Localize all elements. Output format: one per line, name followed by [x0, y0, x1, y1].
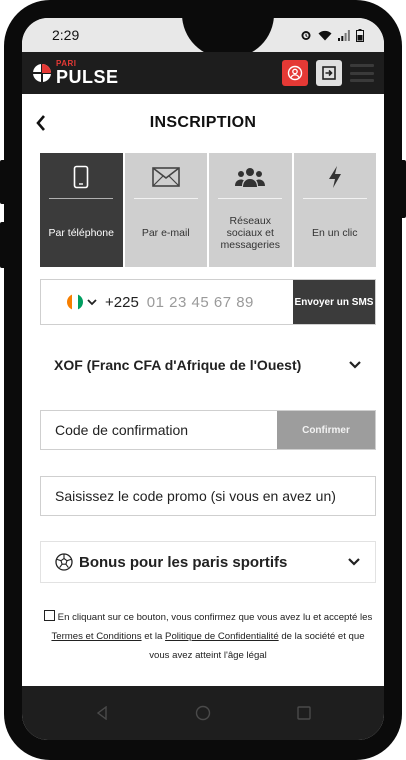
- tab-phone[interactable]: Par téléphone: [40, 153, 123, 267]
- tab-one-click[interactable]: En un clic: [293, 153, 376, 267]
- tab-label: En un clic: [311, 227, 358, 239]
- status-icons: [300, 28, 364, 42]
- nav-recents-button[interactable]: [296, 705, 312, 721]
- battery-icon: [356, 28, 364, 42]
- lightning-icon: [328, 165, 341, 188]
- phone-icon: [73, 165, 89, 188]
- page-title: INSCRIPTION: [149, 114, 257, 131]
- recents-square-icon: [296, 706, 311, 720]
- login-button[interactable]: [316, 60, 342, 86]
- envelope-icon: [151, 166, 180, 187]
- login-icon: [322, 66, 336, 80]
- logo-main-text: PULSE: [56, 67, 119, 87]
- home-circle-icon: [195, 705, 211, 721]
- registration-method-tabs: Par téléphone Par e-mail Réseaux sociaux…: [40, 153, 376, 267]
- currency-value: XOF (Franc CFA d'Afrique de l'Ouest): [54, 357, 302, 373]
- register-button[interactable]: [282, 60, 308, 86]
- terms-link[interactable]: Termes et Conditions: [51, 631, 141, 642]
- nav-home-button[interactable]: [195, 705, 211, 721]
- chevron-down-icon: [348, 558, 360, 566]
- promo-code-field: [40, 476, 376, 516]
- chevron-left-icon[interactable]: [34, 113, 48, 133]
- users-icon: [235, 167, 266, 187]
- currency-select[interactable]: XOF (Franc CFA d'Afrique de l'Ouest): [40, 340, 376, 390]
- phone-screen: 2:29 PARI PULSE INSCRIPTION Par téléphon…: [22, 18, 384, 740]
- consent-text-2: et la: [144, 631, 163, 642]
- back-triangle-icon: [97, 706, 108, 720]
- menu-icon[interactable]: [350, 64, 374, 82]
- title-row: INSCRIPTION: [22, 94, 384, 152]
- tab-social[interactable]: Réseaux sociaux et messageries: [209, 153, 292, 267]
- confirm-button[interactable]: Confirmer: [277, 411, 375, 449]
- send-sms-button[interactable]: Envoyer un SMS: [293, 280, 375, 324]
- country-select[interactable]: +225: [41, 280, 139, 324]
- confirmation-code-field: Confirmer: [40, 410, 376, 450]
- consent-text-1: En cliquant sur ce bouton, vous confirme…: [57, 612, 373, 623]
- privacy-link[interactable]: Politique de Confidentialité: [165, 631, 279, 642]
- tab-label: Par téléphone: [48, 227, 114, 239]
- logo-mark-icon: [33, 64, 51, 82]
- bonus-label: Bonus pour les paris sportifs: [79, 553, 288, 571]
- tab-label: Réseaux sociaux et messageries: [220, 215, 281, 251]
- nav-back-button[interactable]: [94, 705, 110, 721]
- status-time: 2:29: [52, 27, 80, 43]
- android-nav-bar: [22, 686, 384, 740]
- logo[interactable]: PARI PULSE: [32, 60, 119, 86]
- register-icon: [287, 65, 303, 81]
- consent-text: En cliquant sur ce bouton, vous confirme…: [42, 608, 374, 665]
- confirmation-code-input[interactable]: [41, 411, 277, 449]
- app-header: PARI PULSE: [22, 52, 384, 94]
- phone-input[interactable]: [138, 280, 293, 324]
- promo-code-input[interactable]: [41, 477, 375, 515]
- tab-label: Par e-mail: [141, 227, 190, 239]
- alarm-icon: [301, 31, 311, 40]
- soccer-ball-icon: [55, 553, 73, 571]
- phone-number-field: +225 Envoyer un SMS: [40, 279, 376, 325]
- consent-checkbox[interactable]: [43, 610, 55, 621]
- dial-code: +225: [105, 293, 139, 311]
- chevron-down-icon: [87, 298, 97, 305]
- chevron-down-icon: [349, 361, 361, 369]
- power-button-right: [400, 160, 406, 218]
- flag-icon: [67, 294, 83, 310]
- bonus-select[interactable]: Bonus pour les paris sportifs: [40, 541, 376, 583]
- power-button-left: [0, 222, 6, 268]
- signal-icon: [338, 29, 350, 41]
- wifi-icon: [318, 30, 332, 40]
- volume-button: [0, 160, 6, 204]
- tab-email[interactable]: Par e-mail: [124, 153, 207, 267]
